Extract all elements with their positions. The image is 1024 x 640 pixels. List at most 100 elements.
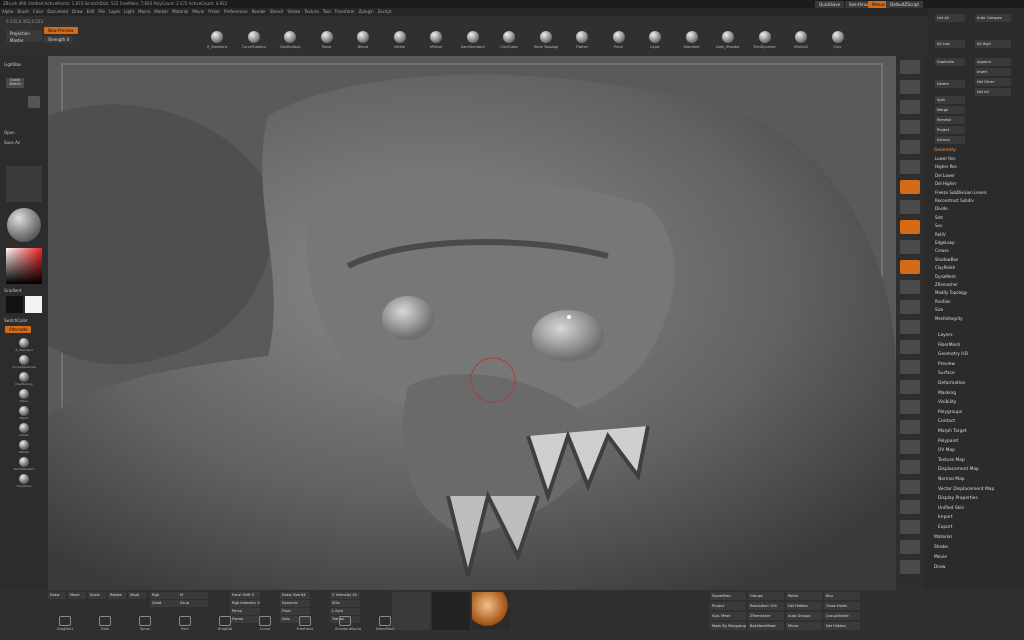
menu-item-stencil[interactable]: Stencil	[268, 8, 286, 16]
tray-stroke[interactable]: Stroke	[928, 543, 1024, 552]
bottom-btn-floor[interactable]: Floor	[280, 608, 310, 615]
shelf-button-8[interactable]	[900, 220, 920, 234]
menu-item-alpha[interactable]: Alpha	[0, 8, 15, 16]
left-brush-4[interactable]: Blend	[10, 406, 38, 420]
subpalette-preview[interactable]: Preview	[928, 360, 1024, 369]
subpalette-fibermesh[interactable]: FiberMesh	[928, 341, 1024, 350]
alternate-button[interactable]: Alternate	[5, 326, 32, 333]
menu-item-picker[interactable]: Picker	[206, 8, 222, 16]
stroke-4[interactable]: DragDot	[215, 616, 235, 631]
bottom-btn-scale[interactable]: Scale	[88, 592, 106, 599]
bottom-right-btn-3[interactable]: Blur	[824, 592, 860, 600]
bottom-btn-focal-shift-0[interactable]: Focal Shift 0	[230, 592, 260, 599]
tool-all-high[interactable]: All High	[975, 40, 1011, 48]
subpalette-uv-map[interactable]: UV Map	[928, 446, 1024, 455]
tool-auto-collapse[interactable]: Auto Collapse	[975, 14, 1011, 22]
shelf-button-14[interactable]	[900, 340, 920, 354]
brush-3[interactable]: Move	[315, 31, 339, 49]
bottom-right-btn-9[interactable]: ZRemesher	[748, 612, 784, 620]
menu-item-material[interactable]: Material	[170, 8, 190, 16]
menu-item-color[interactable]: Color	[31, 8, 45, 16]
menu-item-tool[interactable]: Tool	[321, 8, 333, 16]
shelf-button-4[interactable]	[900, 140, 920, 154]
bottom-btn-zsub[interactable]: Zsub	[178, 600, 208, 607]
subpalette-vector-displacement-map[interactable]: Vector Displacement Map	[928, 485, 1024, 494]
subpalette-masking[interactable]: Masking	[928, 389, 1024, 398]
bottom-right-btn-5[interactable]: Resolution 104	[748, 602, 784, 610]
stroke-preview[interactable]	[432, 592, 470, 630]
shelf-button-22[interactable]	[900, 500, 920, 514]
tool-duplicate[interactable]: Duplicate	[935, 58, 965, 66]
menu-item-zscript[interactable]: Zscript	[376, 8, 394, 16]
brush-0[interactable]: Z_Standard	[205, 31, 229, 49]
subpalette-visibility[interactable]: Visibility	[928, 398, 1024, 407]
bottom-right-btn-10[interactable]: Auto Groups	[786, 612, 822, 620]
projection-master-button[interactable]: Projection Master	[6, 30, 42, 43]
shelf-button-23[interactable]	[900, 520, 920, 534]
main-color-swatch[interactable]	[6, 296, 23, 313]
save-as-button[interactable]: Save As	[4, 140, 20, 145]
brush-10[interactable]: Flatten	[570, 31, 594, 49]
shelf-button-24[interactable]	[900, 540, 920, 554]
subpalette-import[interactable]: Import	[928, 513, 1024, 522]
brush-1[interactable]: CurveTubeSnap	[242, 31, 266, 49]
subpalette-surface[interactable]: Surface	[928, 369, 1024, 378]
shelf-button-9[interactable]	[900, 240, 920, 254]
bottom-btn-m[interactable]: M	[178, 592, 208, 599]
lightbox-button[interactable]: LightBox	[4, 62, 21, 67]
bottom-right-btn-2[interactable]: Polish	[786, 592, 822, 600]
menu-item-layer[interactable]: Layer	[107, 8, 122, 16]
tool-thumb[interactable]	[28, 96, 40, 108]
brush-2[interactable]: ClayBuildup	[278, 31, 302, 49]
menu-item-preferences[interactable]: Preferences	[222, 8, 250, 16]
menu-item-texture[interactable]: Texture	[302, 8, 321, 16]
open-button[interactable]: Open	[4, 130, 15, 135]
left-brush-1[interactable]: CurveTubeSnap	[10, 355, 38, 369]
switch-color-button[interactable]: SwitchColor	[4, 318, 28, 323]
bottom-right-btn-15[interactable]: Del Hidden	[824, 622, 860, 630]
menu-item-light[interactable]: Light	[122, 8, 136, 16]
strength-slider[interactable]: Strength 0	[44, 36, 74, 43]
tool-project[interactable]: Project	[935, 126, 965, 134]
secondary-color-swatch[interactable]	[25, 296, 42, 313]
menu-item-movie[interactable]: Movie	[190, 8, 206, 16]
tool-delete[interactable]: Delete	[935, 80, 965, 88]
tool-merge[interactable]: Merge	[935, 106, 965, 114]
shelf-button-18[interactable]	[900, 420, 920, 434]
subpalette-morph-target[interactable]: Morph Target	[928, 427, 1024, 436]
brush-6[interactable]: hPolish	[424, 31, 448, 49]
bottom-btn-draw-size-64[interactable]: Draw Size 64	[280, 592, 310, 599]
stroke-8[interactable]: SelectRect	[375, 616, 395, 631]
menu-item-draw[interactable]: Draw	[70, 8, 84, 16]
brush-16[interactable]: hPolish2	[789, 31, 813, 49]
shelf-button-19[interactable]	[900, 440, 920, 454]
brush-7[interactable]: DamStandard	[461, 31, 485, 49]
bottom-btn-zadd[interactable]: Zadd	[150, 600, 180, 607]
menu-item-macro[interactable]: Macro	[136, 8, 152, 16]
tool-split[interactable]: Split	[935, 96, 965, 104]
subpalette-displacement-map[interactable]: Displacement Map	[928, 465, 1024, 474]
shelf-button-12[interactable]	[900, 300, 920, 314]
shelf-button-11[interactable]	[900, 280, 920, 294]
bottom-right-btn-11[interactable]: GroupVisible	[824, 612, 860, 620]
bottom-right-btn-6[interactable]: Del Hidden	[786, 602, 822, 610]
left-brush-3[interactable]: Move	[10, 389, 38, 403]
bottom-btn-move[interactable]: Move	[68, 592, 86, 599]
menu-item-transform[interactable]: Transform	[333, 8, 357, 16]
shelf-button-6[interactable]	[900, 180, 920, 194]
subpalette-polygroups[interactable]: Polygroups	[928, 408, 1024, 417]
shelf-button-17[interactable]	[900, 400, 920, 414]
shelf-button-20[interactable]	[900, 460, 920, 474]
bottom-right-btn-0[interactable]: DynaMesh	[710, 592, 746, 600]
bottom-btn-draw[interactable]: Draw	[48, 592, 66, 599]
menu-item-render[interactable]: Render	[250, 8, 268, 16]
geometry-meshintegrity[interactable]: MeshIntegrity	[935, 314, 1015, 323]
shelf-button-16[interactable]	[900, 380, 920, 394]
left-brush-5[interactable]: Inflate	[10, 423, 38, 437]
shelf-button-5[interactable]	[900, 160, 920, 174]
brush-17[interactable]: Clay	[826, 31, 850, 49]
quick-sketch-button[interactable]: Quick Sketch	[6, 78, 24, 88]
bottom-right-btn-13[interactable]: BackfaceMask	[748, 622, 784, 630]
stroke-1[interactable]: Dots	[95, 616, 115, 631]
tool-insert[interactable]: Insert	[975, 68, 1011, 76]
